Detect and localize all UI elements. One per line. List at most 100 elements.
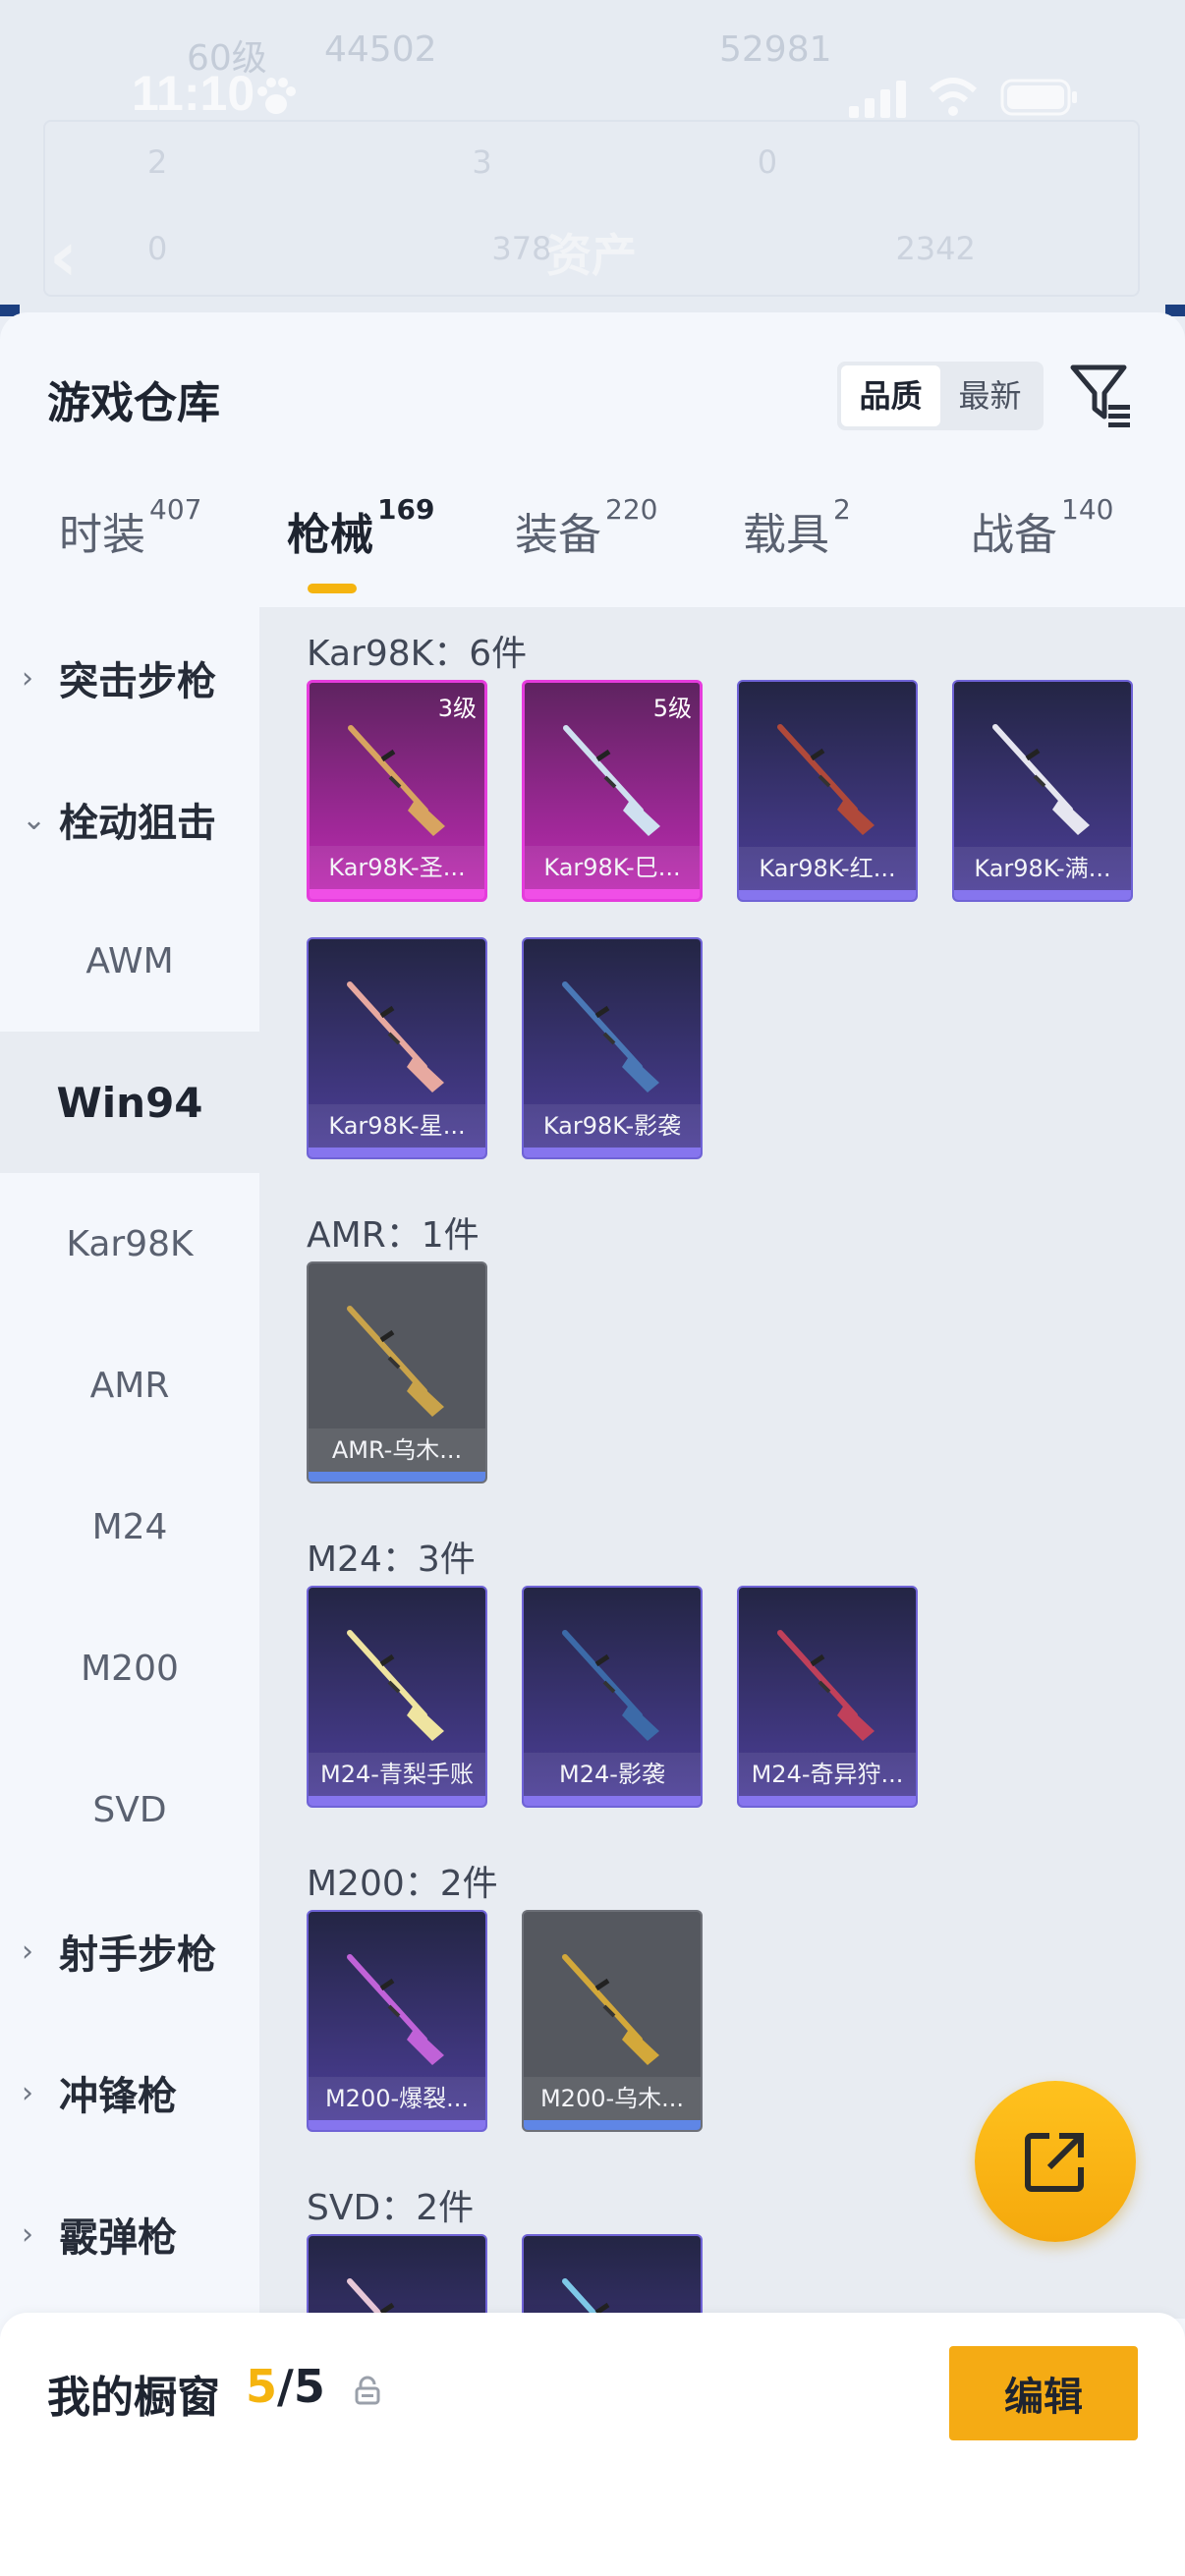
rifle-icon [347, 981, 444, 1092]
sort-option-quality[interactable]: 品质 [841, 365, 940, 426]
sidebar-item-m24[interactable]: M24 [0, 1456, 259, 1597]
sidebar-item-svd[interactable]: SVD [0, 1739, 259, 1880]
tab-fashion[interactable]: 时装407 [59, 493, 201, 562]
sidebar-item-m200[interactable]: M200 [0, 1597, 259, 1739]
rifle-icon [347, 1630, 444, 1741]
weapon-name: Kar98K-满... [954, 847, 1131, 890]
rifle-icon [563, 725, 660, 836]
weapon-name: AMR-乌木... [309, 1428, 485, 1472]
edit-button[interactable]: 编辑 [949, 2346, 1138, 2440]
rarity-bar [524, 2120, 701, 2130]
sidebar-item-awm[interactable]: AWM [0, 890, 259, 1032]
background-header: 60级 44502 52981 2 3 0 0 378 2342 ‹ 资产 11… [0, 0, 1185, 314]
rifle-icon [562, 1954, 659, 2065]
rarity-bar [524, 1796, 701, 1806]
back-arrow-icon[interactable]: ‹ [49, 216, 78, 297]
weapon-card[interactable]: Kar98K-影袭 [522, 937, 703, 1159]
section-title: Kar98K：6件 [307, 634, 528, 674]
weapon-card[interactable]: M200-乌木... [522, 1910, 703, 2132]
weapon-grid: Kar98K：6件 3级 Kar98K-圣... 5级 Kar98K-巳... Kar98… [259, 607, 1185, 2319]
weapon-card[interactable]: Kar98K-满... [952, 680, 1133, 902]
sidebar-item-marksman-rifle[interactable]: › 射手步枪 [0, 1880, 259, 2022]
rifle-icon [562, 2278, 610, 2319]
category-tabs: 时装407 枪械169 装备220 载具2 战备140 [0, 493, 1185, 607]
background-title: 资产 [546, 229, 637, 282]
rarity-bar [309, 1148, 485, 1157]
weapon-card[interactable]: M24-影袭 [522, 1586, 703, 1808]
battery-icon [1000, 79, 1077, 116]
showcase-bar: 我的橱窗 5/5 编辑 [0, 2313, 1185, 2576]
weapon-name: M200-爆裂... [309, 2077, 485, 2120]
sidebar-item-win94[interactable]: Win94 [0, 1032, 259, 1173]
chevron-right-icon: › [22, 2216, 33, 2252]
tab-vehicles[interactable]: 载具2 [743, 493, 851, 562]
rifle-icon [347, 2278, 395, 2319]
sidebar-item-bolt-sniper[interactable]: ⌄ 栓动狙击 [0, 749, 259, 890]
tab-equipment[interactable]: 装备220 [515, 493, 657, 562]
chevron-right-icon: › [22, 660, 33, 696]
warehouse-sheet: 游戏仓库 品质 最新 时装407 枪械169 装备220 载具2 战备140 ›… [0, 312, 1185, 2576]
chevron-right-icon: › [22, 2075, 33, 2110]
rarity-bar [309, 1472, 485, 1482]
rarity-bar [309, 2120, 485, 2130]
weapon-name: M200-乌木... [524, 2077, 701, 2120]
rifle-icon [347, 1306, 444, 1417]
chevron-down-icon: ⌄ [22, 802, 47, 837]
section-title: AMR：1件 [307, 1215, 480, 1256]
weapon-name: M24-青梨手账 [309, 1753, 485, 1796]
level-badge: 5级 [652, 695, 692, 722]
rifle-icon [777, 724, 875, 835]
status-time: 11:10 [132, 66, 255, 121]
weapon-name: Kar98K-影袭 [524, 1104, 701, 1148]
weapon-name: Kar98K-巳... [525, 846, 700, 889]
rifle-icon [347, 1954, 444, 2065]
weapon-card[interactable]: AMR-乌木... [307, 1261, 487, 1484]
weapon-card[interactable]: M24-青梨手账 [307, 1586, 487, 1808]
filter-icon[interactable] [1069, 362, 1134, 430]
showcase-count: 5/5 [246, 2360, 325, 2413]
weapon-name: Kar98K-星... [309, 1104, 485, 1148]
signal-icon [849, 81, 906, 118]
rarity-bar [310, 889, 484, 899]
section-title: M200：2件 [307, 1864, 498, 1904]
rifle-icon [777, 1630, 875, 1741]
rarity-bar [739, 890, 916, 900]
weapon-type-sidebar: › 突击步枪 ⌄ 栓动狙击 AWM Win94 Kar98K AMR M24 M20… [0, 607, 259, 2319]
sidebar-item-amr[interactable]: AMR [0, 1315, 259, 1456]
weapon-card[interactable]: Kar98K-红... [737, 680, 918, 902]
rarity-bar [739, 1796, 916, 1806]
rifle-icon [562, 981, 659, 1092]
lock-icon [355, 2376, 380, 2405]
share-icon [1025, 2133, 1084, 2192]
sidebar-item-assault-rifle[interactable]: › 突击步枪 [0, 607, 259, 749]
rarity-bar [524, 1148, 701, 1157]
status-bar: 11:10 [0, 59, 1185, 138]
rarity-bar [309, 1796, 485, 1806]
rifle-icon [992, 724, 1090, 835]
sheet-title: 游戏仓库 [47, 378, 220, 428]
weapon-card[interactable] [522, 2234, 703, 2319]
tab-supplies[interactable]: 战备140 [971, 493, 1113, 562]
weapon-card[interactable] [307, 2234, 487, 2319]
sidebar-item-kar98k[interactable]: Kar98K [0, 1173, 259, 1315]
wifi-icon [929, 78, 978, 116]
weapon-card[interactable]: M24-奇异狩... [737, 1586, 918, 1808]
weapon-name: M24-影袭 [524, 1753, 701, 1796]
weapon-card[interactable]: 5级 Kar98K-巳... [522, 680, 703, 902]
rifle-icon [562, 1630, 659, 1741]
weapon-card[interactable]: Kar98K-星... [307, 937, 487, 1159]
rarity-bar [954, 890, 1131, 900]
rifle-icon [348, 725, 445, 836]
rarity-bar [525, 889, 700, 899]
sort-toggle: 品质 最新 [837, 362, 1044, 430]
tab-guns[interactable]: 枪械169 [287, 493, 434, 562]
sidebar-item-smg[interactable]: › 冲锋枪 [0, 2022, 259, 2163]
weapon-card[interactable]: 3级 Kar98K-圣... [307, 680, 487, 902]
share-button[interactable] [975, 2081, 1136, 2242]
sidebar-item-shotgun[interactable]: › 霰弹枪 [0, 2163, 259, 2305]
section-title: M24：3件 [307, 1540, 476, 1580]
sort-option-newest[interactable]: 最新 [940, 365, 1040, 426]
level-badge: 3级 [437, 695, 477, 722]
section-title: SVD：2件 [307, 2188, 475, 2228]
weapon-card[interactable]: M200-爆裂... [307, 1910, 487, 2132]
